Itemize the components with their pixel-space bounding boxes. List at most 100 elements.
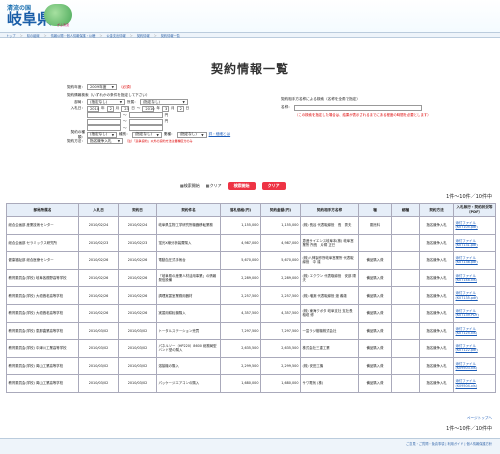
table-cell: [391, 303, 420, 323]
logo-tagline: ぎふ清流: [57, 23, 70, 27]
price-to-input[interactable]: [128, 112, 163, 119]
ctype-select[interactable]: (指定なし) ▼: [176, 131, 207, 138]
date-from-day[interactable]: 23: [121, 105, 130, 112]
table-cell: 蛍光X線分析装置購入: [156, 233, 221, 253]
date-from-month[interactable]: 2: [106, 105, 114, 112]
method-note: （注）「競争契約」以外の契約方法は業種区分のみ: [125, 139, 193, 144]
table-cell[interactable]: 添付ファイル(K09503.xls): [453, 356, 496, 376]
table-cell: 2010/02/24: [118, 216, 157, 235]
search-icon-button[interactable]: ▦検索開始: [180, 183, 200, 189]
table-cell: 教育委員会(学校) 萬山工業高等学校: [6, 356, 79, 376]
table-cell: 実習用耕耘機購入: [156, 303, 221, 323]
table-cell: [391, 356, 420, 376]
table-cell: 「岐阜県の産業人材活用事業」の情報発信設備: [156, 268, 221, 288]
table-cell: 2,635,500: [260, 339, 301, 358]
table-row: 総合企画部 産業技術センター 2010/02/24 2010/02/24 岐阜県生物工…: [6, 216, 496, 235]
table-cell[interactable]: 添付ファイル(K07138.pdf): [453, 251, 496, 270]
table-cell[interactable]: 添付ファイル(K09504.xls): [453, 374, 496, 393]
table-cell: [391, 251, 420, 270]
name-note: （この検索を指定した場合は、結果が表示されるまでにある程度の時間を必要とします）: [295, 113, 431, 117]
table-cell: 2,289,000: [260, 268, 301, 288]
table-cell[interactable]: 添付ファイル(K07131.pdf): [453, 233, 496, 253]
table-cell[interactable]: 添付ファイル(K07135.pdf): [453, 286, 496, 305]
number-from-input[interactable]: [87, 125, 121, 132]
table-cell: 2010/03/02: [78, 374, 119, 393]
table-cell: 2,635,500: [220, 339, 261, 358]
table-cell: 2010/02/23: [78, 233, 119, 253]
office-select[interactable]: (指定なし) ▼: [139, 99, 188, 106]
price-from-input[interactable]: [87, 112, 121, 119]
table-cell: 溶接機の購入: [156, 356, 221, 376]
table-cell: 2010/03/02: [118, 374, 157, 393]
table-cell: 2,257,500: [260, 286, 301, 305]
column-header: 契約相手方名称: [300, 203, 359, 217]
table-cell: (株)八神製作所岐阜営業所 代表取締役 中 達: [300, 251, 359, 270]
date-from-year[interactable]: 2010: [87, 105, 99, 112]
category-label: 種別：: [119, 132, 130, 137]
table-cell: [391, 321, 420, 341]
column-header: 契約方法: [419, 203, 454, 217]
search-button[interactable]: 検索開始: [227, 182, 256, 190]
breadcrumb-item-current: 契約情報一覧: [160, 33, 180, 38]
fiscal-year-select[interactable]: 2009年度 ▼: [86, 84, 117, 91]
amount-to-input[interactable]: [128, 118, 163, 125]
number-to-input[interactable]: [128, 125, 163, 132]
breadcrumb-item[interactable]: 情報公開・個人情報保護・公聴: [51, 33, 96, 38]
table-cell[interactable]: 添付ファイル(K07105.pdf): [453, 216, 496, 235]
table-cell: 4,987,000: [220, 233, 261, 253]
column-header: 入札日: [78, 203, 119, 217]
clear-button[interactable]: クリア: [261, 182, 286, 190]
required-note: （必須）: [118, 84, 134, 89]
table-cell: 備品購入費: [358, 321, 392, 341]
amount-from-input[interactable]: [87, 118, 121, 125]
table-row: 教育委員会(学校) 恵那農業高等学校 2010/03/02 2010/03/02 トー…: [6, 321, 496, 341]
breadcrumb-item[interactable]: 契約情報: [137, 33, 150, 38]
breadcrumb-item[interactable]: 県の組織: [27, 33, 40, 38]
table-cell: 教育委員会(学校) 恵那農業高等学校: [6, 321, 79, 341]
date-to-year[interactable]: 2010: [142, 105, 155, 112]
table-cell: 2,299,500: [220, 356, 261, 376]
table-row: 教育委員会(学校) 岐阜各務野高等学校 2010/02/26 2010/02/26 「…: [6, 268, 496, 288]
result-count-bottom: 1件～10件／10件中: [446, 426, 492, 432]
breadcrumb: トップ＞ 県の組織＞ 情報公開・個人情報保護・公聴＞ 公金支出情報＞ 契約情報＞…: [0, 32, 500, 38]
breadcrumb-item[interactable]: トップ: [6, 33, 16, 38]
ctype-label: 業種：: [163, 132, 175, 137]
category-select[interactable]: (指定なし) ▼: [131, 131, 162, 138]
table-cell[interactable]: 添付ファイル(K07122.pdf): [453, 339, 496, 358]
table-cell[interactable]: 添付ファイル(K07139.PDF): [453, 303, 496, 323]
name-input[interactable]: [293, 104, 422, 111]
page-title: 契約情報一覧: [210, 62, 289, 76]
date-to-day[interactable]: 2: [176, 105, 184, 112]
page-top-link[interactable]: ページトップへ: [467, 416, 492, 421]
table-cell: 健康福祉部 総合医療センター: [6, 251, 79, 270]
table-cell: 教育委員会(学校) 大垣養老高等学校: [6, 303, 79, 323]
table-cell: 2010/02/23: [118, 233, 157, 253]
table-cell: (株) エクウン 代表取締役 安部 陽夫: [300, 268, 359, 288]
table-cell: 2010/02/26: [78, 303, 119, 323]
table-header-row: 部局所属名 入札日 契約日 契約件名 落札価格(円) 契約金額(円) 契約相手方名称種細種契…: [6, 203, 496, 217]
contract-type-select[interactable]: (指定なし) ▼: [87, 131, 117, 138]
detail-help-link[interactable]: 詳・細細とは: [209, 132, 231, 137]
site-footer: ご意見・ご質問・免責事項 | 利用ガイド | 個人情報保護方針: [0, 438, 500, 454]
table-cell: 一富ラジ樹機株式会社: [300, 321, 359, 341]
division-select[interactable]: (指定なし) ▼: [87, 99, 125, 106]
table-cell: 7,297,500: [220, 321, 261, 341]
breadcrumb-item[interactable]: 公金支出情報: [107, 33, 126, 38]
table-cell: 指名競争入札: [419, 339, 454, 358]
table-cell: 指名競争入札: [419, 303, 454, 323]
table-cell[interactable]: 添付ファイル(K07125.xls): [453, 321, 496, 341]
method-label: 契約方法：: [67, 138, 85, 143]
table-row: 教育委員会(学校) 大垣養老高等学校 2010/02/26 2010/02/26 調理…: [6, 286, 496, 305]
table-row: 教育委員会(学校) 萬山工業高等学校 2010/03/02 2010/03/02 溶接…: [6, 356, 496, 376]
date-to-month[interactable]: 3: [161, 105, 169, 112]
footer-links[interactable]: ご意見・ご質問・免責事項 | 利用ガイド | 個人情報保護方針: [406, 441, 492, 446]
table-cell[interactable]: 添付ファイル(K07148.xls): [453, 268, 496, 288]
table-cell: 7,297,500: [260, 321, 301, 341]
method-select[interactable]: 指名競争入札 ▼: [87, 138, 123, 145]
column-header: 入札執行・契約状況等（PDF）: [453, 203, 496, 217]
search-form: 契約年度： 2009年度 ▼ （必須） 契約情報検索（いずれかの条件を指定して下さ…: [67, 84, 433, 145]
table-row: 総合企画部 セラミックス研究所 2010/02/23 2010/02/23 蛍光X線分…: [6, 233, 496, 253]
table-cell: 教育委員会(学校) 萬山工業高等学校: [6, 374, 79, 393]
clear-icon-button[interactable]: ▦クリア: [206, 183, 222, 189]
table-cell: 2010/03/02: [78, 339, 119, 358]
